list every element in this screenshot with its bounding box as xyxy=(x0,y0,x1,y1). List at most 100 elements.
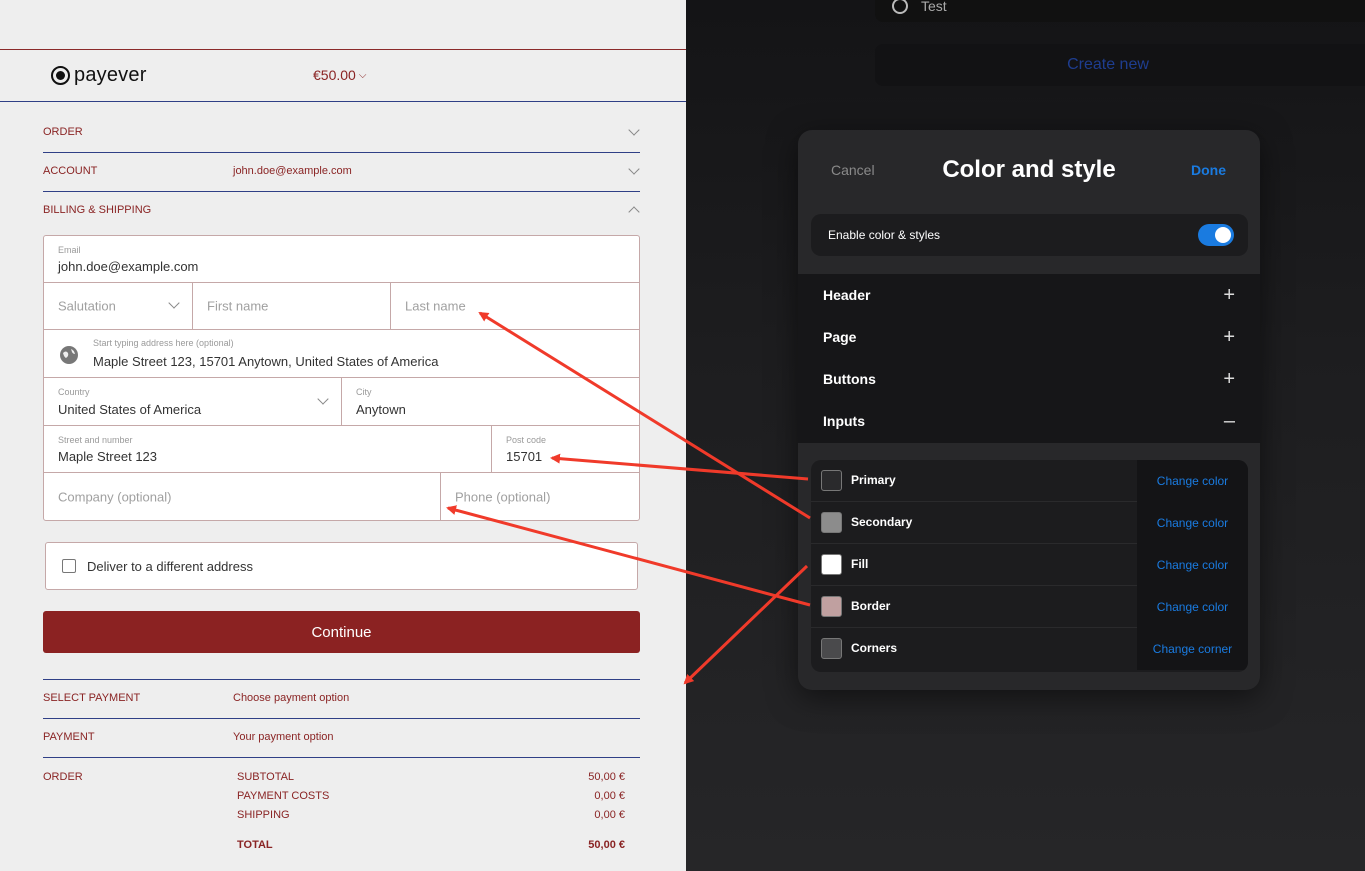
billing-form: Email john.doe@example.com Salutation Fi… xyxy=(43,235,640,521)
city-label: City xyxy=(356,387,372,397)
postcode-value: 15701 xyxy=(506,449,543,464)
option-label: Test xyxy=(921,0,947,14)
address-value: Maple Street 123, 15701 Anytown, United … xyxy=(93,354,439,369)
change-color-button[interactable]: Change color xyxy=(1137,460,1248,502)
billing-section[interactable]: BILLING & SHIPPING xyxy=(43,191,640,229)
input-style-row: Fill Change color xyxy=(811,544,1248,586)
phone-placeholder: Phone (optional) xyxy=(455,489,551,504)
select-payment-value: Choose payment option xyxy=(233,692,350,704)
change-color-button[interactable]: Change color xyxy=(1137,586,1248,628)
checkout-panel: payever €50.00 ⌵ ORDER ACCOUNT john.doe@… xyxy=(0,0,686,871)
editor-panel: Test Create new Cancel Color and style D… xyxy=(686,0,1365,871)
chevron-down-icon xyxy=(628,165,640,177)
account-section[interactable]: ACCOUNT john.doe@example.com xyxy=(43,152,640,190)
summary-row: SHIPPING 0,00 € xyxy=(237,809,625,821)
payever-logo[interactable]: payever xyxy=(51,64,147,87)
summary-label: SUBTOTAL xyxy=(237,771,295,783)
deliver-different-address[interactable]: Deliver to a different address xyxy=(45,542,638,590)
account-email: john.doe@example.com xyxy=(233,165,352,177)
salutation-select[interactable]: Salutation xyxy=(44,283,193,330)
email-label: Email xyxy=(58,245,81,255)
category-header[interactable]: Header + xyxy=(823,274,1235,316)
company-field[interactable]: Company (optional) xyxy=(44,473,441,520)
top-divider xyxy=(0,49,686,50)
summary-value: 0,00 € xyxy=(594,809,625,821)
summary-row: PAYMENT COSTS 0,00 € xyxy=(237,790,625,802)
street-label: Street and number xyxy=(58,435,133,445)
deliver-checkbox[interactable] xyxy=(62,559,76,573)
category-label: Header xyxy=(823,287,871,303)
change-corner-button[interactable]: Change corner xyxy=(1137,628,1248,670)
address-label: Start typing address here (optional) xyxy=(93,338,234,348)
collapse-minus-icon: – xyxy=(1223,409,1235,432)
deliver-label: Deliver to a different address xyxy=(87,558,253,574)
category-label: Inputs xyxy=(823,413,865,429)
change-color-button[interactable]: Change color xyxy=(1137,502,1248,544)
color-style-modal: Cancel Color and style Done Enable color… xyxy=(798,130,1260,690)
amount-value: €50.00 xyxy=(313,67,356,83)
select-payment-section[interactable]: SELECT PAYMENT Choose payment option xyxy=(43,679,640,717)
color-swatch xyxy=(821,554,842,575)
payment-section: PAYMENT Your payment option xyxy=(43,718,640,756)
category-inputs[interactable]: Inputs – xyxy=(823,400,1235,442)
total-label: TOTAL xyxy=(237,839,273,851)
category-label: Buttons xyxy=(823,371,876,387)
chevron-down-icon: ⌵ xyxy=(358,69,367,81)
address-field[interactable]: Start typing address here (optional) Map… xyxy=(44,330,639,378)
email-field[interactable]: Email john.doe@example.com xyxy=(44,236,639,283)
category-label: Page xyxy=(823,329,857,345)
billing-label: BILLING & SHIPPING xyxy=(43,204,152,216)
city-field[interactable]: City Anytown xyxy=(342,378,639,426)
input-style-row: Corners Change corner xyxy=(811,628,1248,670)
color-swatch xyxy=(821,512,842,533)
total-row: TOTAL 50,00 € xyxy=(237,839,625,851)
country-value: United States of America xyxy=(58,402,202,417)
color-swatch xyxy=(821,470,842,491)
first-name-field[interactable]: First name xyxy=(193,283,391,330)
order-summary-label: ORDER xyxy=(43,771,83,783)
category-page[interactable]: Page + xyxy=(823,316,1235,358)
street-value: Maple Street 123 xyxy=(58,449,158,464)
last-name-field[interactable]: Last name xyxy=(391,283,639,330)
payment-value: Your payment option xyxy=(233,731,334,743)
phone-field[interactable]: Phone (optional) xyxy=(441,473,639,520)
total-value: 50,00 € xyxy=(588,839,625,851)
change-color-button[interactable]: Change color xyxy=(1137,544,1248,586)
done-button[interactable]: Done xyxy=(1191,162,1226,178)
order-label: ORDER xyxy=(43,126,83,138)
street-field[interactable]: Street and number Maple Street 123 xyxy=(44,426,492,473)
chevron-up-icon xyxy=(628,204,640,216)
enable-toggle[interactable] xyxy=(1198,224,1234,246)
globe-pin-icon xyxy=(60,346,78,364)
summary-label: PAYMENT COSTS xyxy=(237,790,330,802)
style-categories: Header + Page + Buttons + Inputs – xyxy=(798,274,1260,443)
category-buttons[interactable]: Buttons + xyxy=(823,358,1235,400)
create-new-button[interactable]: Create new xyxy=(875,44,1365,86)
payment-label: PAYMENT xyxy=(43,731,95,743)
chevron-down-icon xyxy=(628,126,640,138)
input-style-row: Primary Change color xyxy=(811,460,1248,502)
style-label: Fill xyxy=(851,557,869,571)
corner-icon xyxy=(821,638,842,659)
last-name-placeholder: Last name xyxy=(405,298,466,314)
country-label: Country xyxy=(58,387,90,397)
order-section[interactable]: ORDER xyxy=(43,113,640,151)
postcode-field[interactable]: Post code 15701 xyxy=(492,426,639,473)
continue-button[interactable]: Continue xyxy=(43,611,640,653)
option-item[interactable]: Test xyxy=(875,0,1365,22)
radio-button[interactable] xyxy=(892,0,908,14)
company-placeholder: Company (optional) xyxy=(58,489,172,504)
expand-plus-icon: + xyxy=(1223,367,1235,390)
style-label: Corners xyxy=(851,641,898,655)
amount-dropdown[interactable]: €50.00 ⌵ xyxy=(313,67,366,83)
expand-plus-icon: + xyxy=(1223,283,1235,306)
summary-label: SHIPPING xyxy=(237,809,290,821)
enable-color-styles-row: Enable color & styles xyxy=(811,214,1248,256)
style-label: Secondary xyxy=(851,515,913,529)
summary-value: 50,00 € xyxy=(588,771,625,783)
country-select[interactable]: Country United States of America xyxy=(44,378,342,426)
salutation-placeholder: Salutation xyxy=(58,298,116,314)
enable-label: Enable color & styles xyxy=(828,228,941,242)
summary-value: 0,00 € xyxy=(594,790,625,802)
expand-plus-icon: + xyxy=(1223,325,1235,348)
